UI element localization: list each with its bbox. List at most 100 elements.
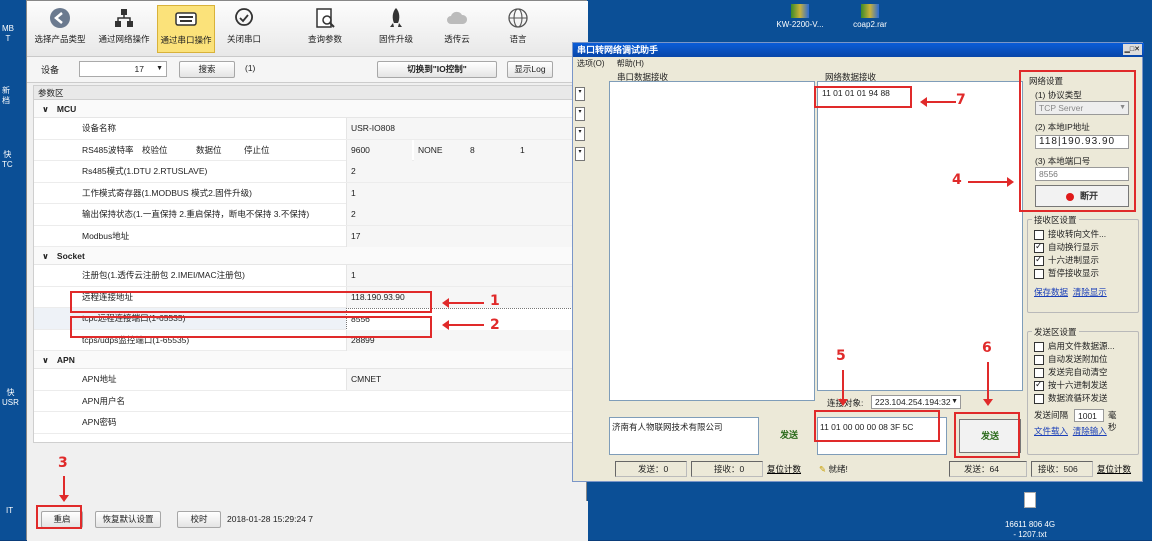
- annotation-2: 2: [490, 317, 500, 333]
- highlight-send-button: [954, 412, 1020, 458]
- param-row: APN用户名: [34, 391, 581, 412]
- toolbar-label: 通过串口操作: [160, 35, 212, 45]
- desktop-file-icon-2[interactable]: coap2.rar: [840, 4, 900, 30]
- arrow-down: [983, 362, 993, 406]
- param-header: 参数区: [34, 86, 581, 100]
- restore-default-button[interactable]: 恢复默认设置: [95, 511, 161, 528]
- serial-send-input[interactable]: 济南有人物联网技术有限公司: [609, 417, 759, 455]
- save-data-link[interactable]: 保存数据: [1034, 287, 1068, 297]
- toolbar-serial-op[interactable]: 通过串口操作: [157, 5, 215, 53]
- device-select[interactable]: 17 ▼: [79, 61, 167, 77]
- search-button[interactable]: 搜索: [179, 61, 235, 78]
- bottom-bar: 重启 恢复默认设置 校时 2018-01-28 15:29:24 7: [27, 501, 588, 541]
- timing-button[interactable]: 校时: [177, 511, 221, 528]
- param-key: APN用户名: [82, 395, 125, 406]
- net-recv-pane[interactable]: 11 01 01 01 94 88: [817, 81, 1023, 391]
- highlight-restart: [36, 505, 82, 529]
- chk-hex-send[interactable]: 按十六进制发送: [1034, 378, 1115, 392]
- param-value[interactable]: USR-IO808: [346, 118, 581, 139]
- desktop-edge-icon[interactable]: 快 USR: [2, 388, 19, 408]
- desktop-edge-icon[interactable]: 快 TC: [2, 150, 13, 170]
- file-load-link[interactable]: 文件载入: [1034, 426, 1068, 436]
- param-value[interactable]: 2: [346, 204, 581, 225]
- param-key: APN密码: [82, 417, 117, 427]
- toolbar-cloud[interactable]: 透传云: [429, 5, 485, 53]
- chk-loop-send[interactable]: 数据流循环发送: [1034, 392, 1115, 405]
- desktop-edge-icon[interactable]: 新 档: [2, 86, 10, 106]
- param-row: Rs485模式(1.DTU 2.RTUSLAVE) 2: [34, 161, 581, 183]
- desktop-file-icon-1[interactable]: KW-2200-V...: [760, 4, 840, 30]
- param-value[interactable]: 8: [466, 139, 516, 161]
- param-key: Rs485模式(1.DTU 2.RTUSLAVE): [82, 166, 208, 176]
- usr-config-window: 选择产品类型 通过网络操作 通过串口操作 关闭串口 查询参数 固件升级 透传云: [26, 0, 588, 541]
- param-key: 注册包(1.透传云注册包 2.IMEI/MAC注册包): [82, 270, 245, 280]
- net-recv-count: 接收：506: [1031, 461, 1093, 477]
- chk-recv-file[interactable]: 接收转向文件...: [1034, 228, 1107, 241]
- chk-auto-wrap[interactable]: 自动换行显示: [1034, 240, 1107, 254]
- toolbar-label: 语言: [509, 34, 527, 44]
- show-log-button[interactable]: 显示Log: [507, 61, 553, 78]
- toolbar-close-serial[interactable]: 关闭串口: [219, 5, 269, 53]
- param-value[interactable]: CMNET: [346, 369, 581, 390]
- toolbar-query-params[interactable]: 查询参数: [297, 5, 353, 53]
- toolbar-label: 查询参数: [307, 34, 342, 44]
- chk-auto-clear[interactable]: 发送完自动清空: [1034, 366, 1115, 379]
- clear-input-link[interactable]: 清除输入: [1073, 426, 1107, 436]
- send-settings-group: 发送区设置 启用文件数据源... 自动发送附加位 发送完自动清空 按十六进制发送…: [1027, 326, 1139, 455]
- keyboard-icon: [175, 12, 197, 26]
- toolbar-language[interactable]: 语言: [493, 5, 543, 53]
- param-row: APN地址 CMNET: [34, 369, 581, 391]
- interval-unit: 毫秒: [1108, 410, 1117, 432]
- param-value[interactable]: 17: [346, 225, 581, 247]
- serial-recv-pane[interactable]: [609, 81, 815, 401]
- chk-hex-display[interactable]: 十六进制显示: [1034, 253, 1107, 267]
- param-value[interactable]: 1: [346, 182, 581, 204]
- param-value[interactable]: 9600: [346, 139, 412, 161]
- reset-count-link-2[interactable]: 复位计数: [1097, 459, 1131, 479]
- serial-send-text: 济南有人物联网技术有限公司: [612, 422, 723, 432]
- annotation-3: 3: [58, 455, 68, 471]
- chk-file-source[interactable]: 启用文件数据源...: [1034, 340, 1115, 353]
- param-value[interactable]: 2: [346, 161, 581, 182]
- chevron-down-icon: ∨: [42, 355, 49, 365]
- clear-display-link[interactable]: 清除显示: [1073, 287, 1107, 297]
- reset-count-link[interactable]: 复位计数: [767, 459, 801, 479]
- window-title: 串口转网络调试助手 ▁□✕: [573, 43, 1144, 57]
- chevron-down-icon: ∨: [42, 251, 49, 261]
- param-key: 输出保持状态(1.一直保持 2.重启保持，断电不保持 3.不保持): [82, 209, 310, 219]
- connect-target-select[interactable]: 223.104.254.194:32 ▼: [871, 395, 961, 409]
- back-circle-icon: [50, 8, 70, 28]
- param-value[interactable]: 1: [346, 265, 581, 286]
- serial-send-count: 发送：0: [615, 461, 687, 477]
- section-apn[interactable]: ∨ APN: [34, 351, 581, 369]
- toolbar-select-product[interactable]: 选择产品类型: [29, 5, 91, 53]
- menu-options[interactable]: 选项(O): [577, 59, 605, 68]
- desktop-file-icon-3[interactable]: 16611 806 4G - 1207.txt: [990, 482, 1070, 540]
- param-value[interactable]: NONE: [414, 139, 474, 161]
- highlight-net-settings: [1019, 70, 1136, 212]
- parameter-panel: 参数区 ∨ MCU 设备名称 USR-IO808 RS485波特率 校验位 数据位 …: [33, 85, 582, 443]
- toolbar-label: 固件升级: [378, 34, 413, 44]
- desktop-file-label: 16611 806 4G - 1207.txt: [1004, 520, 1056, 539]
- toolbar-firmware[interactable]: 固件升级: [367, 5, 425, 53]
- desktop-edge-icon[interactable]: MB T: [2, 24, 14, 44]
- section-title: Socket: [56, 251, 85, 261]
- param-row: 设备名称 USR-IO808: [34, 118, 581, 140]
- param-key: APN地址: [82, 374, 117, 384]
- switch-io-button[interactable]: 切换到"IO控制": [377, 61, 497, 78]
- arrow-down: [838, 370, 848, 406]
- param-row: Modbus地址 17: [34, 225, 581, 247]
- chk-auto-append[interactable]: 自动发送附加位: [1034, 353, 1115, 366]
- toolbar-network-op[interactable]: 通过网络操作: [93, 5, 155, 53]
- serial-send-button[interactable]: 发送: [763, 419, 815, 453]
- status-bar: 发送：0 接收：0 复位计数 ✎ 就绪! 发送：64 接收：506 复位计数: [573, 459, 1144, 479]
- param-row: 注册包(1.透传云注册包 2.IMEI/MAC注册包) 1: [34, 265, 581, 287]
- toolbar-label: 通过网络操作: [98, 34, 150, 44]
- section-socket[interactable]: ∨ Socket: [34, 247, 581, 265]
- menu-help[interactable]: 帮助(H): [617, 59, 644, 68]
- chk-pause-recv[interactable]: 暂停接收显示: [1034, 267, 1107, 280]
- interval-input[interactable]: 1001: [1074, 409, 1104, 422]
- section-mcu[interactable]: ∨ MCU: [34, 100, 581, 118]
- desktop-edge-icon[interactable]: IT: [6, 506, 13, 516]
- window-controls[interactable]: ▁□✕: [1122, 44, 1142, 55]
